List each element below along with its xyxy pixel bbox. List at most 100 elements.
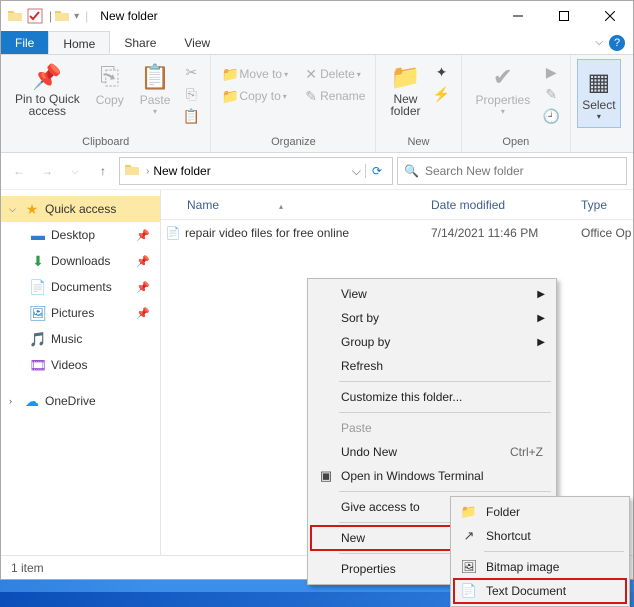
edit-button[interactable]: ✎ [538, 83, 564, 105]
select-icon: ▦ [588, 66, 611, 98]
separator [339, 381, 551, 382]
copy-to-button[interactable]: 📁Copy to▾ [217, 85, 292, 107]
chevron-right-icon[interactable]: › [9, 396, 23, 406]
new-folder-button[interactable]: 📁 New folder [382, 59, 428, 119]
up-button[interactable]: ↑ [91, 159, 115, 183]
easy-access-icon: ⚡ [433, 86, 451, 103]
sidebar-item-downloads[interactable]: ⬇ Downloads 📌 [1, 248, 160, 274]
copy-button[interactable]: ⎘ Copy [88, 59, 132, 127]
close-button[interactable] [587, 1, 633, 31]
ribbon-group-new: 📁 New folder ✦ ⚡ New [376, 55, 461, 152]
column-date[interactable]: Date modified [421, 198, 571, 212]
window-title: New folder [100, 9, 157, 23]
help-icon[interactable]: ? [609, 35, 625, 51]
delete-icon: ✕ [302, 66, 320, 83]
address-bar[interactable]: › New folder ⌵ ⟳ [119, 157, 393, 185]
chevron-right-icon: ▶ [537, 337, 545, 348]
folder-icon[interactable] [54, 8, 70, 24]
ctx-groupby[interactable]: Group by▶ [311, 330, 553, 354]
pin-to-quick-access-button[interactable]: 📌 Pin to Quick access [7, 59, 88, 127]
new-item-button[interactable]: ✦ [429, 61, 455, 83]
pin-icon: 📌 [136, 281, 150, 294]
sidebar-item-onedrive[interactable]: › ☁ OneDrive [1, 388, 160, 414]
chevron-right-icon: ▶ [537, 289, 545, 300]
tab-share[interactable]: Share [110, 31, 170, 54]
file-date: 7/14/2021 11:46 PM [421, 226, 571, 240]
navigation-pane: ⌵ ★ Quick access ▬ Desktop 📌 ⬇ Downloads… [1, 190, 161, 555]
ctx-view[interactable]: View▶ [311, 282, 553, 306]
minimize-button[interactable] [495, 1, 541, 31]
recent-locations-button[interactable]: ⌵ [63, 159, 87, 183]
navbar: ← → ⌵ ↑ › New folder ⌵ ⟳ 🔍 Search New fo… [1, 153, 633, 189]
select-button[interactable]: ▦ Select ▾ [577, 59, 620, 128]
tab-file[interactable]: File [1, 31, 48, 54]
copy-path-button[interactable]: ⎘ [178, 83, 204, 105]
move-icon: 📁 [221, 66, 239, 83]
edit-icon: ✎ [542, 86, 560, 103]
file-row[interactable]: 📄 repair video files for free online 7/1… [161, 220, 633, 246]
forward-button[interactable]: → [35, 159, 59, 183]
ctx-undo[interactable]: Undo NewCtrl+Z [311, 440, 553, 464]
copyto-icon: 📁 [221, 88, 239, 105]
cut-icon: ✂ [182, 64, 200, 81]
tab-view[interactable]: View [170, 31, 224, 54]
ctx-paste[interactable]: Paste [311, 416, 553, 440]
paste-shortcut-button[interactable]: 📋 [178, 105, 204, 127]
properties-icon: ✔ [493, 61, 513, 93]
bitmap-icon: 🖼 [460, 559, 478, 575]
history-button[interactable]: 🕘 [538, 105, 564, 127]
delete-button[interactable]: ✕Delete▾ [298, 63, 369, 85]
sidebar-item-quickaccess[interactable]: ⌵ ★ Quick access [1, 196, 160, 222]
column-headers: Name▴ Date modified Type [161, 190, 633, 220]
tab-home[interactable]: Home [48, 31, 110, 54]
star-icon: ★ [23, 201, 41, 218]
column-type[interactable]: Type [571, 198, 633, 212]
folder-icon [7, 8, 23, 24]
cut-button[interactable]: ✂ [178, 61, 204, 83]
back-button[interactable]: ← [7, 159, 31, 183]
sidebar-item-pictures[interactable]: 🖼 Pictures 📌 [1, 300, 160, 326]
minimize-ribbon-icon[interactable]: ⌵ [595, 37, 603, 48]
move-to-button[interactable]: 📁Move to▾ [217, 63, 292, 85]
sub-folder[interactable]: 📁Folder [454, 500, 626, 524]
address-dropdown-icon[interactable]: ⌵ [348, 164, 365, 179]
onedrive-icon: ☁ [23, 393, 41, 410]
search-icon: 🔍 [404, 164, 419, 178]
open-icon: ▶ [542, 64, 560, 81]
pin-icon: 📌 [136, 229, 150, 242]
ctx-terminal[interactable]: ▣Open in Windows Terminal [311, 464, 553, 488]
ctx-refresh[interactable]: Refresh [311, 354, 553, 378]
new-folder-icon: 📁 [391, 61, 421, 93]
rename-button[interactable]: ✎Rename [298, 85, 369, 107]
paste-button[interactable]: 📋 Paste ▾ [132, 59, 179, 127]
documents-icon: 📄 [29, 279, 47, 296]
sub-shortcut[interactable]: ↗Shortcut [454, 524, 626, 548]
refresh-button[interactable]: ⟳ [365, 164, 388, 178]
copy-icon: ⎘ [100, 61, 119, 93]
address-folder[interactable]: New folder [153, 164, 210, 178]
column-name[interactable]: Name▴ [161, 198, 421, 212]
sub-bitmap[interactable]: 🖼Bitmap image [454, 555, 626, 579]
sidebar-item-music[interactable]: 🎵 Music [1, 326, 160, 352]
videos-icon: 🎞 [29, 357, 47, 374]
chevron-down-icon[interactable]: ⌵ [9, 204, 23, 215]
sidebar-item-documents[interactable]: 📄 Documents 📌 [1, 274, 160, 300]
easy-access-button[interactable]: ⚡ [429, 83, 455, 105]
open-button[interactable]: ▶ [538, 61, 564, 83]
search-input[interactable]: 🔍 Search New folder [397, 157, 627, 185]
sidebar-item-desktop[interactable]: ▬ Desktop 📌 [1, 222, 160, 248]
sub-text-document[interactable]: 📄Text Document [454, 579, 626, 603]
checkbox-icon[interactable] [27, 8, 43, 24]
properties-button[interactable]: ✔ Properties ▾ [468, 59, 539, 127]
shortcut-icon: ↗ [460, 528, 478, 544]
pin-icon: 📌 [136, 307, 150, 320]
ctx-sortby[interactable]: Sort by▶ [311, 306, 553, 330]
file-icon: 📄 [161, 226, 185, 240]
new-item-icon: ✦ [433, 64, 451, 81]
history-icon: 🕘 [542, 108, 560, 125]
chevron-right-icon[interactable]: › [146, 166, 149, 177]
ctx-customize[interactable]: Customize this folder... [311, 385, 553, 409]
maximize-button[interactable] [541, 1, 587, 31]
sidebar-item-videos[interactable]: 🎞 Videos [1, 352, 160, 378]
separator [484, 551, 624, 552]
